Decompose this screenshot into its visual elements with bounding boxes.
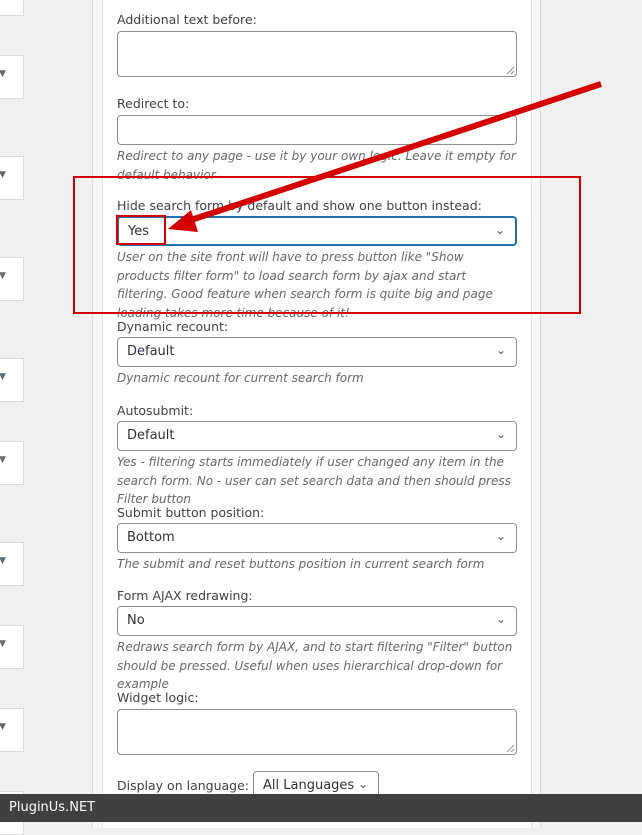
watermark-bar: PluginUs.NET	[0, 794, 642, 822]
value-highlight-box	[116, 215, 166, 245]
arrow-line	[184, 81, 602, 225]
annotation-overlay	[73, 81, 602, 314]
arrow-head-icon	[168, 210, 198, 232]
watermark-text: PluginUs.NET	[9, 800, 96, 815]
